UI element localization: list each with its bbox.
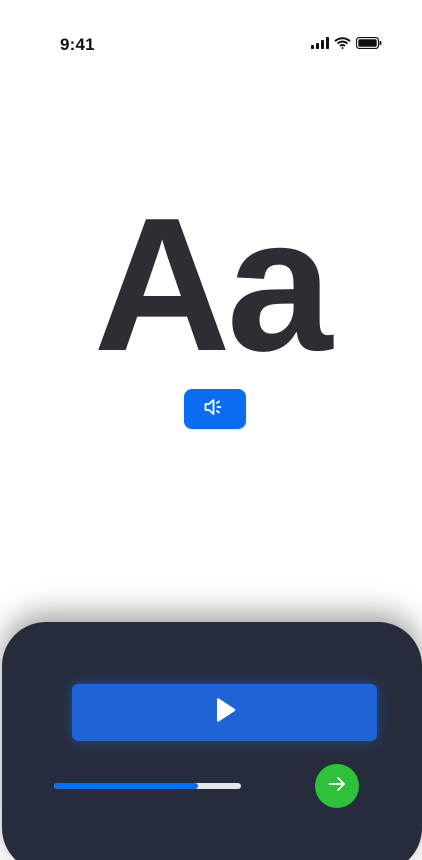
speaker-icon [203,397,227,422]
player-panel [2,622,422,860]
pronounce-button[interactable] [184,389,246,429]
letter-glyph: Aa [93,179,333,391]
battery-icon [356,37,382,49]
status-time: 9:41 [60,35,95,54]
status-bar: 9:41 [0,0,422,90]
progress-bar[interactable] [54,783,241,789]
screen: 9:41 Aa [0,0,422,860]
cellular-signal-icon [311,37,329,49]
play-icon [214,697,236,728]
play-button[interactable] [72,684,377,741]
next-button[interactable] [315,764,359,808]
arrow-right-icon [326,773,348,800]
wifi-icon [334,37,351,49]
status-icons [311,37,382,49]
progress-fill [54,783,198,789]
